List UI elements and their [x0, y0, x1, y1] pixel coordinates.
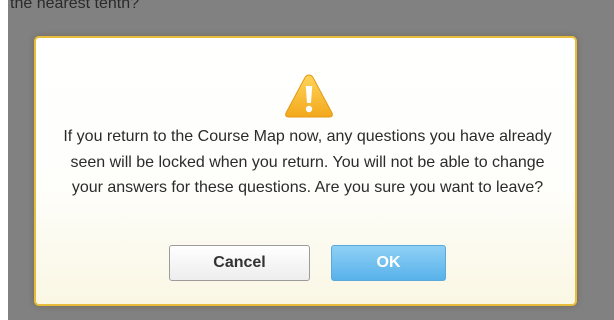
question-text: the nearest tenth? — [10, 0, 139, 12]
cancel-button[interactable]: Cancel — [169, 245, 310, 281]
confirm-leave-dialog: If you return to the Course Map now, any… — [34, 36, 577, 306]
warning-icon — [285, 74, 333, 118]
page-edge — [0, 0, 8, 320]
ok-button[interactable]: OK — [331, 245, 446, 281]
dialog-message: If you return to the Course Map now, any… — [63, 128, 552, 196]
